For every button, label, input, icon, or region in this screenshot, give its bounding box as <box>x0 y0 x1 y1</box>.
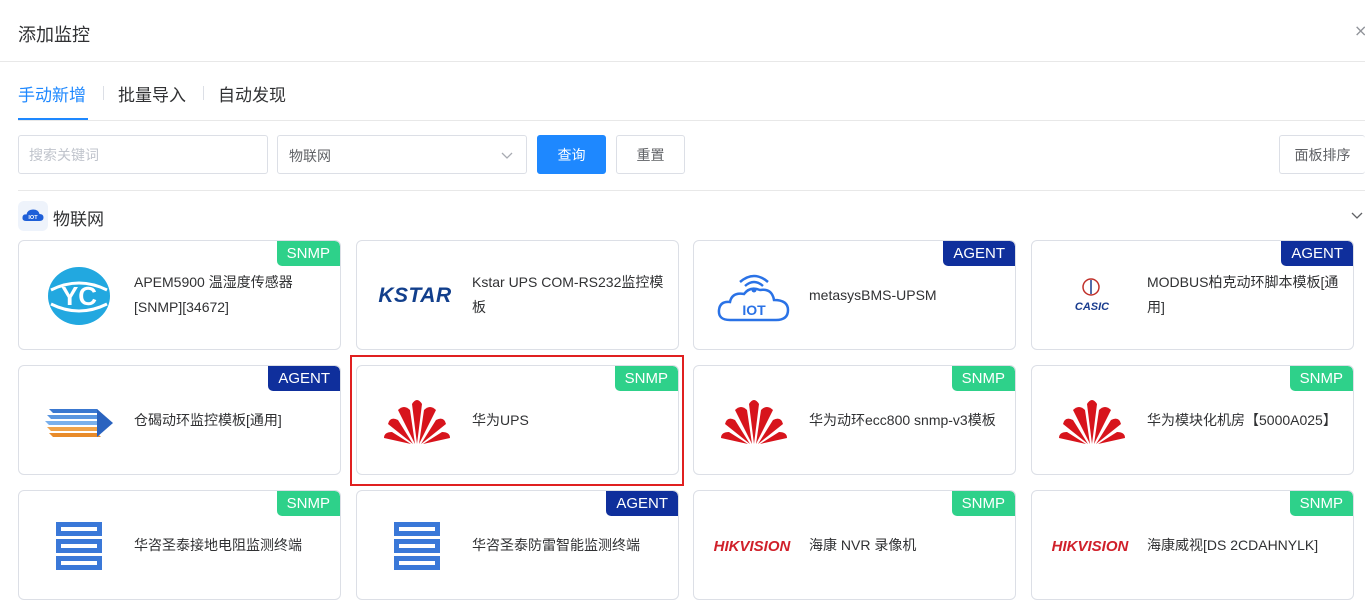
query-button[interactable]: 查询 <box>537 135 606 174</box>
active-tab-indicator <box>18 118 88 120</box>
template-card[interactable]: KSTAR Kstar UPS COM-RS232监控模板 <box>356 240 679 350</box>
protocol-badge: SNMP <box>951 366 1015 391</box>
template-card[interactable]: HIKVISION 海康 NVR 录像机 SNMP <box>693 490 1016 600</box>
svg-text:IOT: IOT <box>742 302 766 318</box>
collapse-chevron-icon[interactable] <box>1350 208 1364 222</box>
kstar-logo: KSTAR <box>378 284 452 307</box>
tab-separator <box>103 86 104 100</box>
svg-text:IOT: IOT <box>28 215 38 221</box>
reset-button[interactable]: 重置 <box>616 135 685 174</box>
protocol-badge: SNMP <box>276 241 340 266</box>
protocol-badge: AGENT <box>606 491 678 516</box>
protocol-badge: SNMP <box>1289 366 1353 391</box>
chevron-down-icon <box>501 152 513 159</box>
dialog-header: 添加监控 × <box>0 0 1365 62</box>
divider <box>18 190 1365 191</box>
template-card[interactable]: 仓碣动环监控模板[通用] AGENT <box>18 365 341 475</box>
template-card[interactable]: IOT metasysBMS-UPSM AGENT <box>693 240 1016 350</box>
protocol-badge: AGENT <box>943 241 1015 266</box>
server-rack-icon <box>34 511 124 581</box>
template-card[interactable]: CASIC MODBUS柏克动环脚本模板[通用] AGENT <box>1031 240 1354 350</box>
huawei-logo-icon <box>1047 386 1137 456</box>
panel-sort-button[interactable]: 面板排序 <box>1279 135 1365 174</box>
template-card[interactable]: 华咨圣泰防雷智能监测终端 AGENT <box>356 490 679 600</box>
template-card[interactable]: YC APEM5900 温湿度传感器[SNMP][34672] SNMP <box>18 240 341 350</box>
category-select-value: 物联网 <box>289 149 331 165</box>
svg-text:CASIC: CASIC <box>1075 301 1110 313</box>
template-card[interactable]: 华为动环ecc800 snmp-v3模板 SNMP <box>693 365 1016 475</box>
protocol-badge: SNMP <box>276 491 340 516</box>
iot-cloud-icon: IOT <box>18 201 48 231</box>
tab-auto-discover[interactable]: 自动发现 <box>218 81 286 106</box>
card-label: Kstar UPS COM-RS232监控模板 <box>472 274 664 315</box>
svg-text:YC: YC <box>61 281 97 311</box>
server-rack-icon <box>372 511 462 581</box>
hikvision-logo: HIKVISION <box>713 537 791 555</box>
dialog-title: 添加监控 <box>18 25 90 46</box>
yc-logo-icon: YC <box>34 261 124 331</box>
template-card[interactable]: 华为模块化机房【5000A025】 SNMP <box>1031 365 1354 475</box>
template-card[interactable]: HIKVISION 海康威视[DS 2CDAHNYLK] SNMP <box>1031 490 1354 600</box>
category-select[interactable]: 物联网 <box>277 135 527 174</box>
hikvision-logo: HIKVISION <box>1051 537 1129 555</box>
close-icon[interactable]: × <box>1354 21 1365 40</box>
tab-batch-import[interactable]: 批量导入 <box>118 81 186 106</box>
stripes-logo-icon <box>34 386 124 456</box>
tab-separator <box>203 86 204 100</box>
iot-cloud-logo-icon: IOT <box>709 261 799 331</box>
protocol-badge: SNMP <box>951 491 1015 516</box>
template-card[interactable]: 华咨圣泰接地电阻监测终端 SNMP <box>18 490 341 600</box>
protocol-badge: AGENT <box>1281 241 1353 266</box>
protocol-badge: AGENT <box>268 366 340 391</box>
tab-bar: 手动新增 批量导入 自动发现 <box>18 62 1365 121</box>
casic-logo-icon: CASIC <box>1047 261 1137 331</box>
search-input[interactable] <box>18 135 268 174</box>
tab-manual-add[interactable]: 手动新增 <box>18 81 86 106</box>
section-title: 物联网 <box>53 210 104 230</box>
huawei-logo-icon <box>709 386 799 456</box>
protocol-badge: SNMP <box>1289 491 1353 516</box>
selection-highlight-frame <box>350 355 684 486</box>
